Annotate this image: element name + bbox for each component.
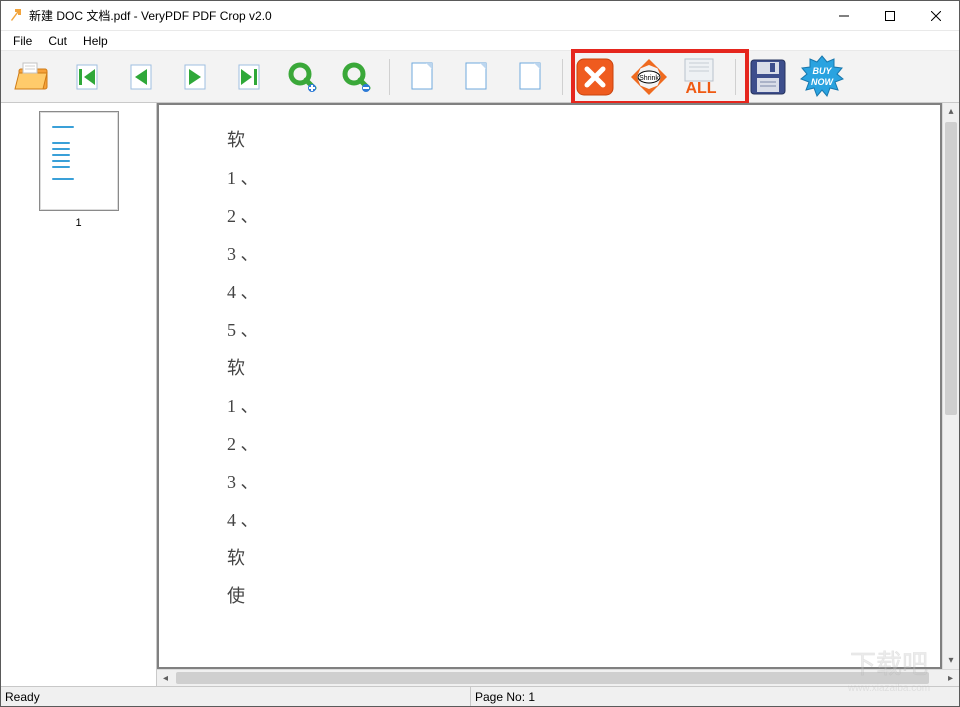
crop-all-button[interactable]: ALL (679, 55, 727, 99)
page-line: 使 (227, 587, 259, 605)
shrink-button[interactable]: Shrink (625, 55, 673, 99)
delete-button[interactable] (571, 55, 619, 99)
page-line: 5 、 (227, 321, 259, 339)
scroll-left-icon[interactable]: ◂ (157, 670, 174, 686)
toolbar-separator (562, 59, 563, 95)
scroll-down-icon[interactable]: ▾ (943, 652, 959, 669)
workspace: 1 软 1 、 2 、 3 、 4 、 5 、 软 1 、 (1, 103, 959, 686)
page-line: 2 、 (227, 435, 259, 453)
thumbnail-panel: 1 (1, 103, 157, 686)
status-ready: Ready (1, 687, 471, 706)
page-button-3[interactable] (506, 55, 554, 99)
page-line: 1 、 (227, 397, 259, 415)
page-line: 软 (227, 359, 259, 377)
first-page-button[interactable] (63, 55, 111, 99)
status-bar: Ready Page No: 1 (1, 686, 959, 706)
app-icon (7, 8, 23, 24)
maximize-button[interactable] (867, 1, 913, 31)
page-content: 软 1 、 2 、 3 、 4 、 5 、 软 1 、 2 、 3 、 4 、 … (227, 131, 259, 605)
svg-text:NOW: NOW (811, 77, 835, 87)
svg-text:ALL: ALL (685, 80, 716, 97)
close-button[interactable] (913, 1, 959, 31)
scroll-right-icon[interactable]: ▸ (942, 670, 959, 686)
page-viewer: 软 1 、 2 、 3 、 4 、 5 、 软 1 、 2 、 3 、 4 、 … (157, 103, 959, 686)
next-page-button[interactable] (171, 55, 219, 99)
page-button-1[interactable] (398, 55, 446, 99)
page-line: 1 、 (227, 169, 259, 187)
titlebar: 新建 DOC 文档.pdf - VeryPDF PDF Crop v2.0 (1, 1, 959, 31)
menu-help[interactable]: Help (75, 32, 116, 50)
open-button[interactable] (9, 55, 57, 99)
page-canvas: 软 1 、 2 、 3 、 4 、 5 、 软 1 、 2 、 3 、 4 、 … (159, 105, 940, 667)
page-button-2[interactable] (452, 55, 500, 99)
page-line: 2 、 (227, 207, 259, 225)
menu-cut[interactable]: Cut (40, 32, 75, 50)
save-button[interactable] (744, 55, 792, 99)
thumbnail-label: 1 (75, 217, 81, 229)
app-window: 新建 DOC 文档.pdf - VeryPDF PDF Crop v2.0 Fi… (0, 0, 960, 707)
svg-text:BUY: BUY (812, 66, 832, 76)
toolbar: Shrink ALL (1, 51, 959, 103)
toolbar-separator (389, 59, 390, 95)
page-line: 软 (227, 131, 259, 149)
page-line: 4 、 (227, 283, 259, 301)
scroll-thumb[interactable] (176, 672, 929, 684)
scroll-thumb[interactable] (945, 122, 957, 415)
menu-file[interactable]: File (5, 32, 40, 50)
minimize-button[interactable] (821, 1, 867, 31)
page-line: 3 、 (227, 473, 259, 491)
zoom-in-button[interactable] (279, 55, 327, 99)
page-area[interactable]: 软 1 、 2 、 3 、 4 、 5 、 软 1 、 2 、 3 、 4 、 … (157, 103, 942, 669)
page-line: 软 (227, 549, 259, 567)
toolbar-separator (735, 59, 736, 95)
zoom-out-button[interactable] (333, 55, 381, 99)
buy-now-button[interactable]: BUY NOW (798, 55, 846, 99)
vertical-scrollbar[interactable]: ▴ ▾ (942, 103, 959, 669)
window-title: 新建 DOC 文档.pdf - VeryPDF PDF Crop v2.0 (29, 7, 272, 24)
page-line: 3 、 (227, 245, 259, 263)
svg-text:Shrink: Shrink (639, 75, 659, 82)
status-page-no: Page No: 1 (471, 687, 959, 706)
horizontal-scrollbar[interactable]: ◂ ▸ (157, 669, 959, 686)
last-page-button[interactable] (225, 55, 273, 99)
prev-page-button[interactable] (117, 55, 165, 99)
page-line: 4 、 (227, 511, 259, 529)
scroll-up-icon[interactable]: ▴ (943, 103, 959, 120)
menubar: File Cut Help (1, 31, 959, 51)
page-thumbnail[interactable] (39, 111, 119, 211)
